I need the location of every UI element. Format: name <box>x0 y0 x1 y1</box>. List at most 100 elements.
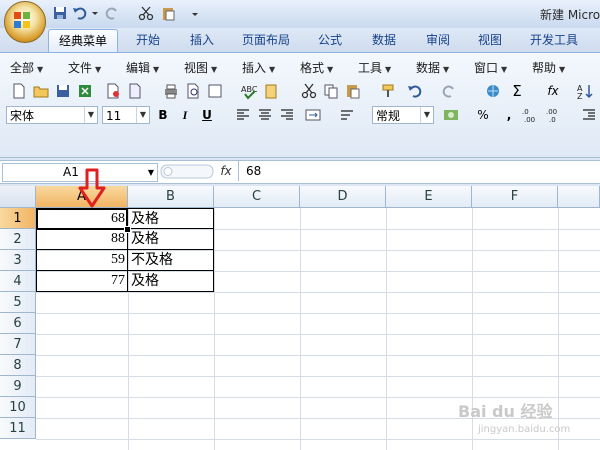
column-header-b[interactable]: B <box>128 186 214 208</box>
underline-button[interactable]: U <box>198 106 216 124</box>
autosum-icon[interactable]: Σ <box>508 82 526 100</box>
align-left-icon[interactable] <box>234 106 252 124</box>
paste-icon[interactable] <box>344 82 362 100</box>
column-header-d[interactable]: D <box>300 186 386 208</box>
tab-insert[interactable]: 插入 <box>180 29 224 51</box>
tab-page-layout[interactable]: 页面布局 <box>234 29 298 51</box>
tab-classic-menu[interactable]: 经典菜单 <box>48 29 118 52</box>
svg-text:.0: .0 <box>549 116 556 124</box>
new-document-icon[interactable] <box>10 82 28 100</box>
cell-a3[interactable]: 59 <box>36 250 128 271</box>
cell-a2[interactable]: 88 <box>36 229 128 250</box>
row-header-11[interactable]: 11 <box>0 418 36 439</box>
align-right-icon[interactable] <box>278 106 296 124</box>
tab-home[interactable]: 开始 <box>126 29 170 51</box>
align-center-icon[interactable] <box>256 106 274 124</box>
print-icon[interactable] <box>162 82 180 100</box>
percent-icon[interactable]: % <box>474 106 492 124</box>
wrap-text-icon[interactable] <box>338 106 356 124</box>
cut-icon[interactable] <box>300 82 318 100</box>
cell-b3[interactable]: 不及格 <box>127 250 214 271</box>
cell-b1[interactable]: 及格 <box>127 208 214 229</box>
tab-review[interactable]: 审阅 <box>416 29 460 51</box>
menu-tools[interactable]: 工具 ▼ <box>358 60 391 76</box>
tab-data[interactable]: 数据 <box>362 29 406 51</box>
menu-file[interactable]: 文件 ▼ <box>68 60 101 76</box>
formula-bar-slider[interactable] <box>160 163 214 180</box>
select-all-button[interactable] <box>0 186 36 208</box>
cell-a4[interactable]: 77 <box>36 271 128 292</box>
redo-icon[interactable] <box>104 5 120 21</box>
row-header-4[interactable]: 4 <box>0 271 36 292</box>
insert-function-icon[interactable]: fx <box>542 82 564 100</box>
cell-b4[interactable]: 及格 <box>127 271 214 292</box>
font-size-select[interactable]: 11 ▼ <box>102 106 150 124</box>
menu-window[interactable]: 窗口 ▼ <box>474 60 507 76</box>
tab-formulas[interactable]: 公式 <box>308 29 352 51</box>
copy-icon[interactable] <box>322 82 340 100</box>
comma-style-icon[interactable]: , <box>500 106 518 124</box>
menu-format[interactable]: 格式 ▼ <box>300 60 333 76</box>
redo-icon[interactable] <box>440 82 458 100</box>
fill-handle[interactable] <box>124 226 131 233</box>
italic-button[interactable]: I <box>176 106 194 124</box>
merge-center-icon[interactable] <box>304 106 322 124</box>
undo-icon[interactable] <box>406 82 424 100</box>
hyperlink-icon[interactable] <box>484 82 502 100</box>
row-header-1[interactable]: 1 <box>0 208 36 229</box>
tab-developer[interactable]: 开发工具 <box>522 29 586 51</box>
column-header-e[interactable]: E <box>386 186 472 208</box>
row-header-3[interactable]: 3 <box>0 250 36 271</box>
row-header-6[interactable]: 6 <box>0 313 36 334</box>
menu-help[interactable]: 帮助 ▼ <box>532 60 565 76</box>
preview-icon[interactable] <box>206 82 224 100</box>
paste-icon[interactable] <box>160 5 176 21</box>
spelling-icon[interactable]: ABC <box>240 82 258 100</box>
row-header-2[interactable]: 2 <box>0 229 36 250</box>
undo-icon[interactable] <box>72 5 88 21</box>
open-folder-icon[interactable] <box>32 82 50 100</box>
bold-button[interactable]: B <box>154 106 172 124</box>
increase-decimal-icon[interactable]: .0.00 <box>522 106 540 124</box>
menu-label: 数据 <box>416 61 441 75</box>
menu-insert[interactable]: 插入 ▼ <box>242 60 275 76</box>
menu-edit[interactable]: 编辑 ▼ <box>126 60 159 76</box>
research-icon[interactable] <box>262 82 280 100</box>
row-header-5[interactable]: 5 <box>0 292 36 313</box>
undo-dropdown-icon[interactable] <box>90 5 100 21</box>
menu-view[interactable]: 视图 ▼ <box>184 60 217 76</box>
row-header-8[interactable]: 8 <box>0 355 36 376</box>
insert-function-button[interactable]: fx <box>218 163 234 180</box>
svg-text:.00: .00 <box>546 108 557 116</box>
print-preview-icon[interactable] <box>184 82 202 100</box>
cut-icon[interactable] <box>138 5 154 21</box>
menu-all[interactable]: 全部 ▼ <box>10 60 43 76</box>
save-icon[interactable] <box>52 5 68 21</box>
indent-icon[interactable] <box>580 106 598 124</box>
permission-icon[interactable] <box>104 82 122 100</box>
currency-icon[interactable] <box>442 106 460 124</box>
column-header-g[interactable] <box>558 186 600 208</box>
tab-view[interactable]: 视图 <box>468 29 512 51</box>
font-name-select[interactable]: 宋体 ▼ <box>6 106 98 124</box>
column-header-c[interactable]: C <box>214 186 300 208</box>
decrease-decimal-icon[interactable]: .00.0 <box>546 106 564 124</box>
customize-toolbar-icon[interactable] <box>190 5 200 21</box>
row-header-7[interactable]: 7 <box>0 334 36 355</box>
save-icon[interactable] <box>54 82 72 100</box>
chevron-down-icon: ▼ <box>37 65 44 74</box>
number-format-select[interactable]: 常规 ▼ <box>372 106 434 124</box>
document-icon[interactable] <box>126 82 144 100</box>
menu-label: 文件 <box>68 61 93 75</box>
row-header-9[interactable]: 9 <box>0 376 36 397</box>
cell-b2[interactable]: 及格 <box>127 229 214 250</box>
format-painter-icon[interactable] <box>380 82 398 100</box>
cell-a1[interactable]: 68 <box>36 208 128 229</box>
sort-ascending-icon[interactable]: AZ <box>576 82 594 100</box>
row-header-10[interactable]: 10 <box>0 397 36 418</box>
formula-input[interactable]: 68 <box>246 163 261 180</box>
excel-icon[interactable] <box>76 82 94 100</box>
column-header-f[interactable]: F <box>472 186 558 208</box>
menu-data[interactable]: 数据 ▼ <box>416 60 449 76</box>
watermark-text: Bai du 经验 <box>458 402 553 421</box>
